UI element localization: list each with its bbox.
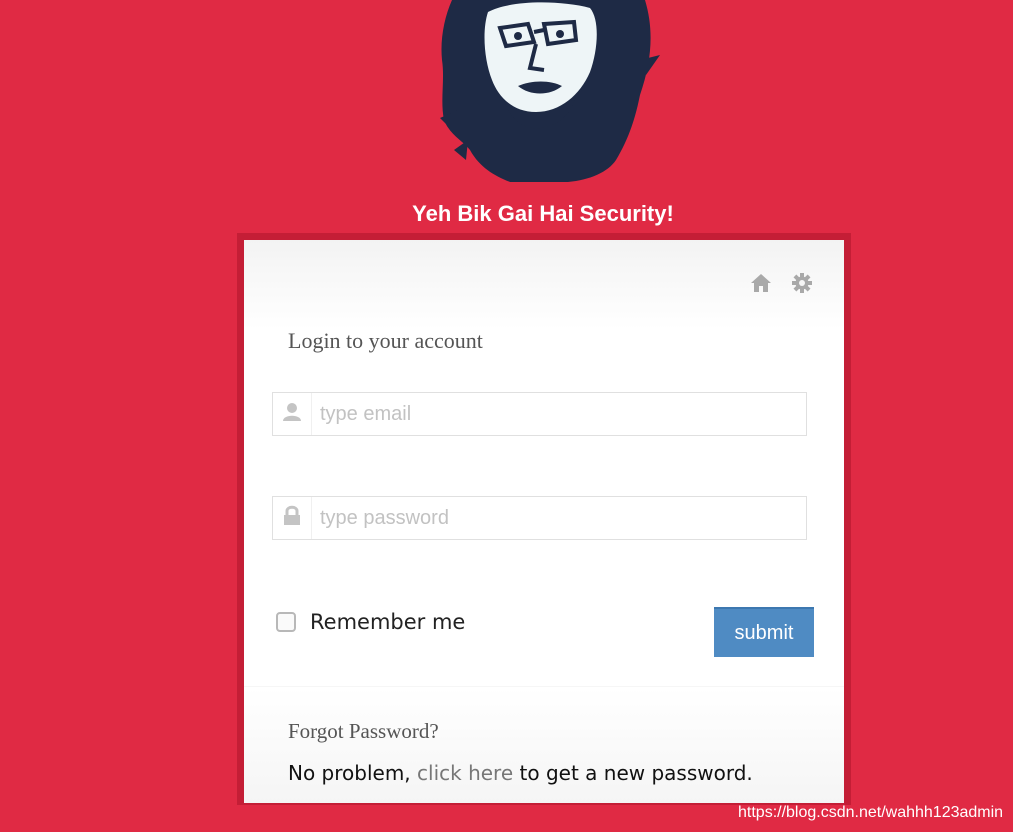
site-title: Yeh Bik Gai Hai Security!: [412, 201, 674, 226]
password-addon: [273, 497, 312, 539]
forgot-title: Forgot Password?: [288, 719, 439, 743]
lock-icon: [284, 505, 300, 525]
remember-label: Remember me: [310, 610, 466, 634]
forgot-password-link[interactable]: click here: [417, 761, 513, 785]
forgot-text-before: No problem,: [288, 761, 418, 785]
forgot-text: No problem, click here to get a new pass…: [288, 758, 753, 788]
portrait-logo: [440, 0, 660, 182]
login-panel: Login to your account Remember me submit…: [244, 240, 844, 803]
password-input[interactable]: [311, 497, 805, 539]
email-addon: [273, 393, 312, 435]
login-heading: Login to your account: [288, 328, 483, 353]
email-input[interactable]: [311, 393, 805, 435]
password-field: [272, 496, 807, 540]
submit-button[interactable]: submit: [714, 607, 814, 657]
watermark: https://blog.csdn.net/wahhh123admin: [738, 804, 1004, 821]
remember-me[interactable]: Remember me: [276, 607, 465, 637]
remember-checkbox[interactable]: [276, 612, 296, 632]
forgot-text-after: to get a new password.: [513, 761, 753, 785]
email-field: [272, 392, 807, 436]
user-icon: [283, 403, 301, 421]
gear-icon[interactable]: [791, 272, 813, 294]
home-icon[interactable]: [750, 272, 772, 294]
